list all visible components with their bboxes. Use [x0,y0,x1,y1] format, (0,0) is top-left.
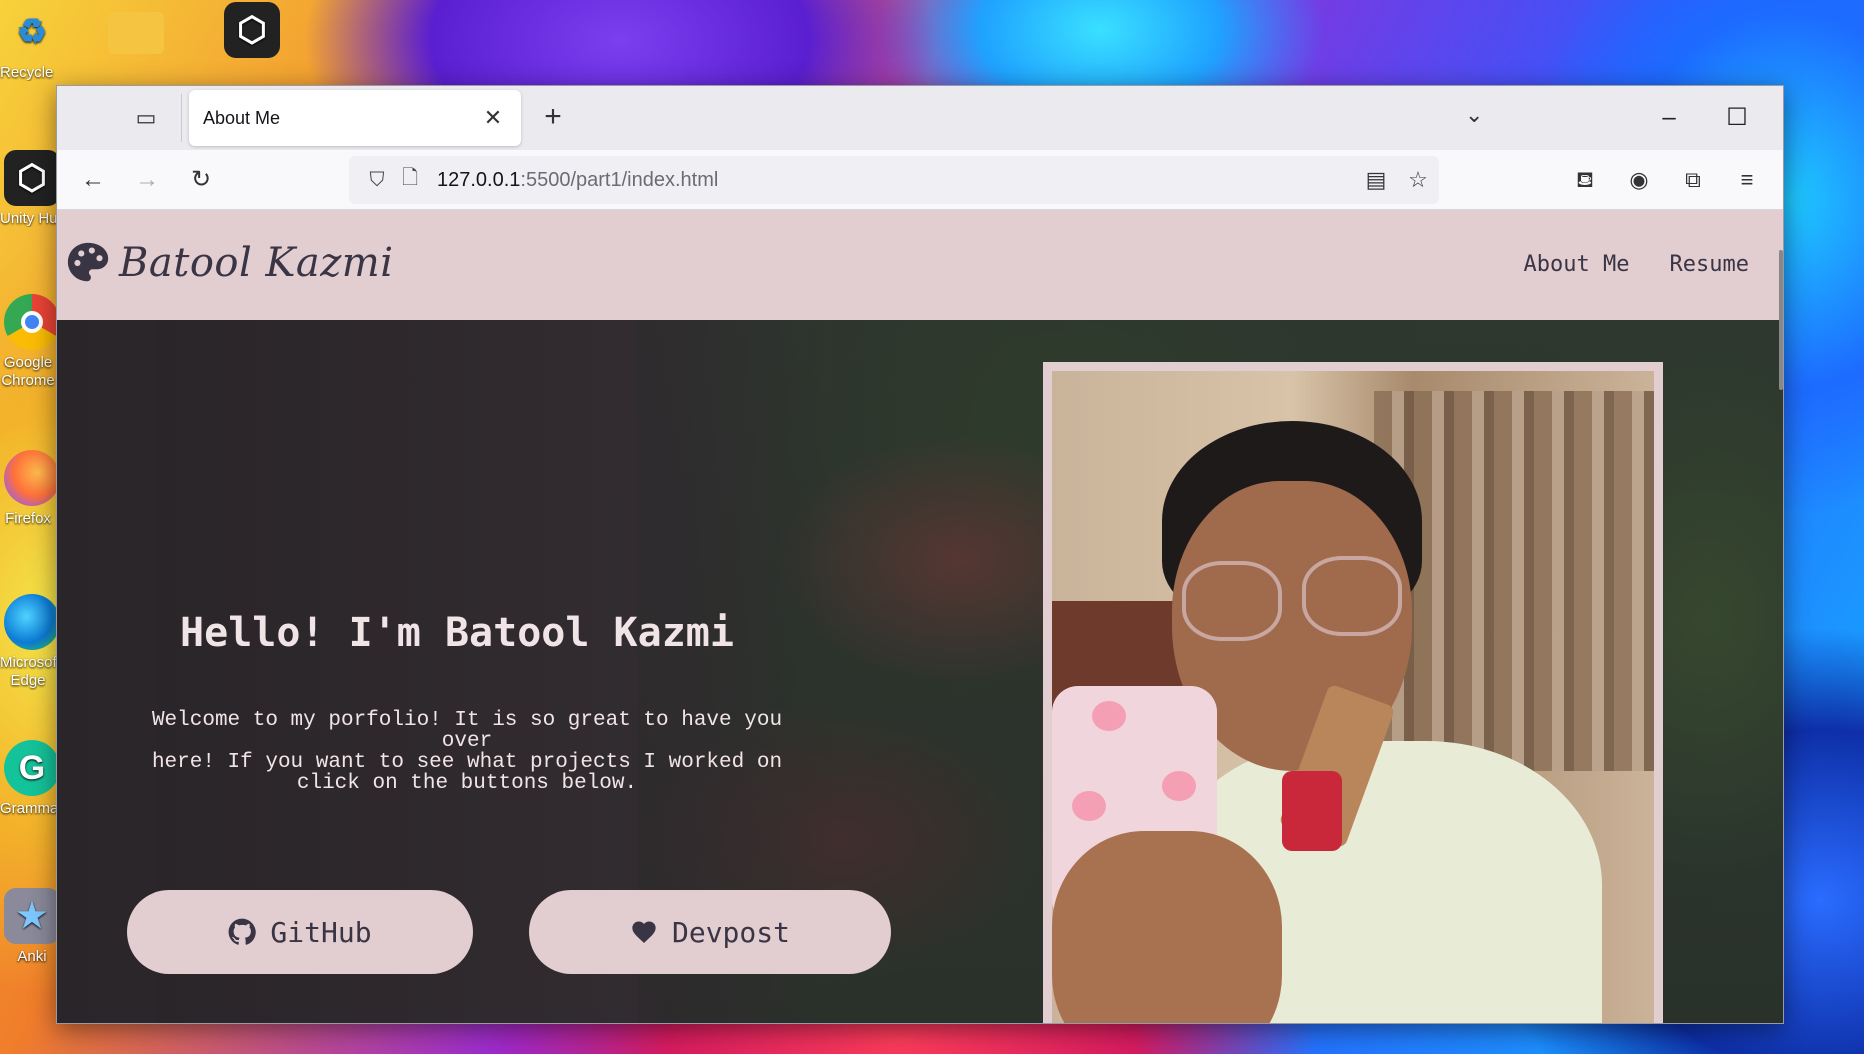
logo-text: Batool Kazmi [119,240,394,286]
navigation-toolbar: ← → ↻ ⛉ 🗋 127.0.0.1:5500/part1/index.htm… [57,150,1783,210]
desktop-icon-chrome[interactable]: Google Chrome [0,294,64,390]
photo-phone-heart [1162,771,1196,801]
reload-icon[interactable]: ↻ [183,162,219,198]
desktop-icon-folder[interactable] [104,4,168,58]
folder-icon [108,12,164,54]
firefox-icon [4,450,60,506]
desktop-icon-grammarly[interactable]: G Grammarly [0,740,64,817]
photo-wrapper [1282,771,1342,851]
maximize-icon[interactable]: ☐ [1709,96,1765,140]
anki-icon: ★ [4,888,60,944]
chevron-down-icon[interactable]: ⌄ [1465,102,1483,128]
close-window-icon[interactable]: ✕ [1779,96,1783,140]
desktop-icon-edge[interactable]: Microsoft Edge [0,594,64,690]
grammarly-icon: G [4,740,60,796]
profile-photo-frame [1043,362,1663,1023]
desktop-icon-unity-hub[interactable]: ⬡ Unity Hub [0,150,64,227]
photo-phone-heart [1092,701,1126,731]
forward-icon[interactable]: → [129,162,165,198]
edge-icon [4,594,60,650]
unity-hub-icon: ⬡ [4,150,60,206]
profile-photo [1052,371,1654,1023]
minimize-icon[interactable]: – [1641,96,1697,140]
tab-overview-icon[interactable]: ▭ [131,104,161,132]
desktop-icon-recycle-bin[interactable]: ♻ Recycle Bin [0,4,64,81]
url-bar[interactable]: ⛉ 🗋 127.0.0.1:5500/part1/index.html ▤ ☆ [349,156,1439,204]
pocket-icon[interactable]: ⛾ [1565,162,1605,198]
desktop-icon-label: Grammarly [0,800,56,817]
photo-phone-heart [1072,791,1106,821]
site-header: Batool Kazmi About Me Resume [57,210,1783,320]
url-path: :5500/part1/index.html [520,168,719,191]
desktop-icon-label: Google Chrome [1,354,55,389]
url-text[interactable]: 127.0.0.1:5500/part1/index.html [437,169,1355,192]
hero-text: Welcome to my porfolio! It is so great t… [137,710,797,794]
site-nav: About Me Resume [1524,252,1749,277]
new-tab-icon[interactable]: + [535,100,571,134]
desktop-icon-anki[interactable]: ★ Anki [0,888,64,965]
desktop-icon-unity[interactable]: ⬡ [220,2,284,62]
hero-title: Hello! I'm Batool Kazmi [180,610,734,656]
desktop-icon-label: Firefox [5,510,51,527]
nav-link-resume[interactable]: Resume [1670,252,1749,277]
hero-text-line: click on the buttons below. [296,772,638,795]
palette-icon [67,242,109,282]
reader-view-icon[interactable]: ▤ [1355,167,1397,193]
tab-title: About Me [203,107,281,128]
browser-window: ▭ About Me ✕ + ⌄ – ☐ ✕ ← → ↻ ⛉ 🗋 127.0.0… [56,85,1784,1024]
url-host: 127.0.0.1 [437,168,521,191]
page-scrollbar[interactable] [1779,250,1783,390]
hero-section: Hello! I'm Batool Kazmi Welcome to my po… [57,320,1783,1023]
tab-separator [181,94,182,142]
heart-icon [632,921,656,943]
desktop-icon-label: Anki [17,948,47,965]
devpost-button-label: Devpost [671,915,790,949]
bookmark-star-icon[interactable]: ☆ [1397,167,1439,193]
desktop-icon-label: Unity Hub [0,210,56,227]
github-icon [229,918,257,945]
chrome-icon [4,294,60,350]
menu-icon[interactable]: ≡ [1727,162,1767,198]
github-button-label: GitHub [270,915,372,949]
nav-link-about-me[interactable]: About Me [1524,252,1630,277]
tab-about-me[interactable]: About Me ✕ [189,90,521,146]
desktop-icon-firefox[interactable]: Firefox [0,450,64,527]
devpost-button[interactable]: Devpost [529,890,891,974]
desktop-icon-label: Recycle Bin [0,64,56,81]
photo-glasses-left [1182,561,1282,641]
page-viewport: Batool Kazmi About Me Resume Hello! I'm … [57,210,1783,1023]
page-icon[interactable]: 🗋 [395,163,425,197]
site-logo[interactable]: Batool Kazmi [65,240,394,286]
github-button[interactable]: GitHub [127,890,473,974]
recycle-bin-icon: ♻ [16,13,48,51]
hero-text-line: here! If you want to see what projects I… [151,751,783,774]
back-icon[interactable]: ← [75,162,111,198]
tab-bar: ▭ About Me ✕ + ⌄ – ☐ ✕ [57,86,1783,150]
shield-icon[interactable]: ⛉ [359,169,395,192]
extensions-icon[interactable]: ⧉ [1673,162,1713,198]
close-tab-icon[interactable]: ✕ [479,105,507,131]
account-icon[interactable]: ◉ [1619,162,1659,198]
desktop-icon-label: Microsoft Edge [0,654,56,689]
photo-glasses-right [1302,556,1402,636]
hero-text-line: Welcome to my porfolio! It is so great t… [151,709,783,753]
unity-icon: ⬡ [224,2,280,58]
photo-hand [1052,831,1282,1023]
